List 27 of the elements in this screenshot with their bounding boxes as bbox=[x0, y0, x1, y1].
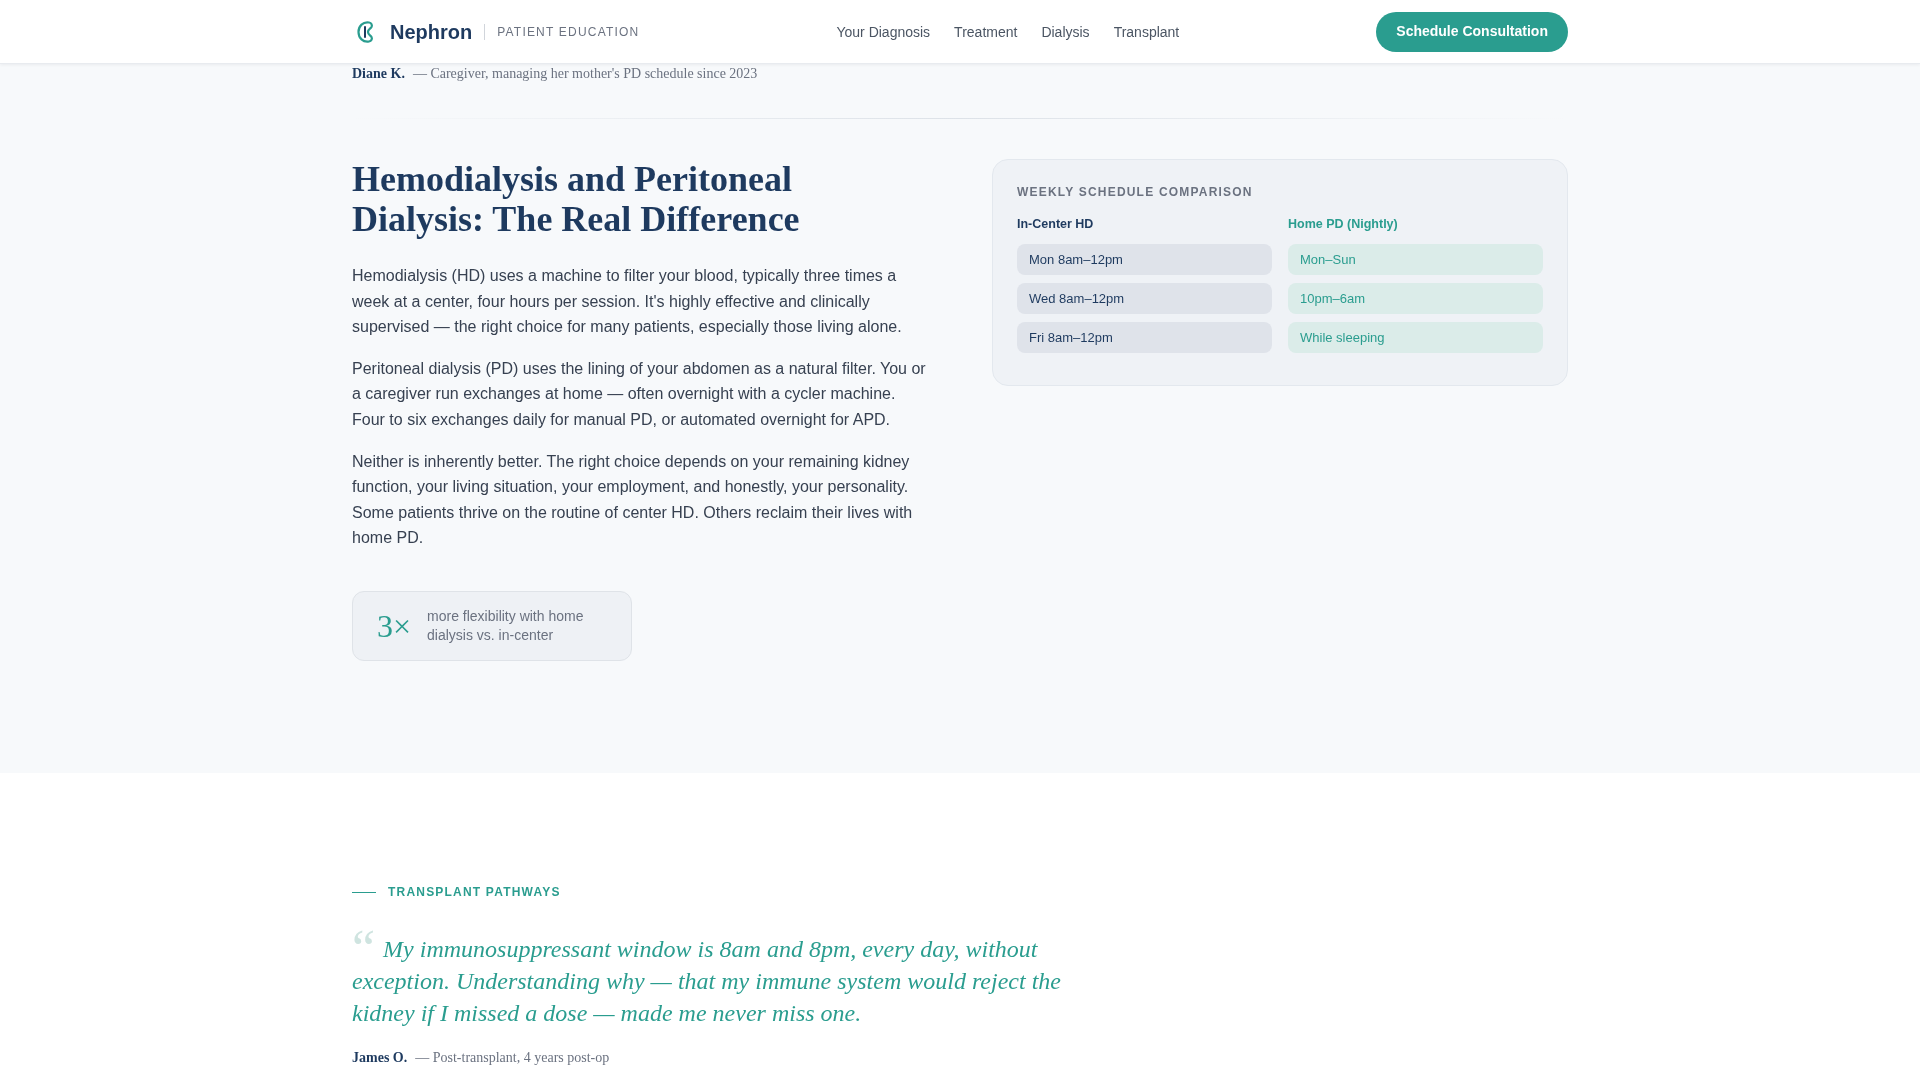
schedule-slot: Wed 8am–12pm bbox=[1017, 283, 1272, 314]
testimonial-detail: — Caregiver, managing her mother's PD schedule since 2023 bbox=[412, 65, 758, 83]
body-paragraph: Peritoneal dialysis (PD) uses the lining of your abdomen as a natural filter. You or a caregiver run exchanges at home — often overnight with a cycler machine. Four to six exchanges daily for manual PD, or automated overnight for APD. bbox=[352, 358, 927, 430]
schedule-card-title: WEEKLY SCHEDULE COMPARISON bbox=[1017, 184, 1254, 200]
schedule-slot: 10pm–6am bbox=[1288, 283, 1543, 314]
brand-name[interactable]: Nephron bbox=[390, 19, 473, 44]
testimonial-detail: — Post-transplant, 4 years post-op bbox=[415, 1049, 610, 1067]
nav-link[interactable]: Transplant bbox=[1113, 21, 1180, 42]
schedule-slot: Fri 8am–12pm bbox=[1017, 322, 1272, 353]
body-paragraph: Hemodialysis (HD) uses a machine to filter your blood, typically three times a week at a center, four hours per session. It's highly effective and clinically supervised — the right choice for many patients, especially those living alone. bbox=[352, 266, 903, 338]
testimonial-author: Diane K. bbox=[352, 65, 405, 83]
stat-caption: more flexibility with home dialysis vs. in-center bbox=[427, 606, 585, 645]
nav-link[interactable]: Dialysis bbox=[1041, 21, 1090, 42]
schedule-column-heading: In-Center HD bbox=[1017, 216, 1095, 232]
stat-value: 3× bbox=[377, 606, 412, 646]
schedule-column-heading: Home PD (Nightly) bbox=[1288, 216, 1399, 232]
brand-tagline: PATIENT EDUCATION bbox=[497, 23, 640, 41]
nav-link[interactable]: Treatment bbox=[954, 21, 1018, 42]
body-paragraph: Neither is inherently better. The right choice depends on your remaining kidney function, your living situation, your employment, and honestly, your personality. Some patients thrive on the routine of center HD. Others reclaim their lives with home PD. bbox=[352, 451, 914, 549]
schedule-slot: Mon–Sun bbox=[1288, 244, 1543, 275]
kidney-icon bbox=[356, 19, 376, 44]
schedule-slot: While sleeping bbox=[1288, 322, 1543, 353]
schedule-slot: Mon 8am–12pm bbox=[1017, 244, 1272, 275]
nav-link[interactable]: Your Diagnosis bbox=[836, 21, 931, 42]
section-heading: Hemodialysis and Peritoneal Dialysis: The Real Difference bbox=[352, 159, 801, 239]
testimonial-author: James O. bbox=[352, 1049, 408, 1067]
section-eyebrow: TRANSPLANT PATHWAYS bbox=[388, 885, 561, 899]
